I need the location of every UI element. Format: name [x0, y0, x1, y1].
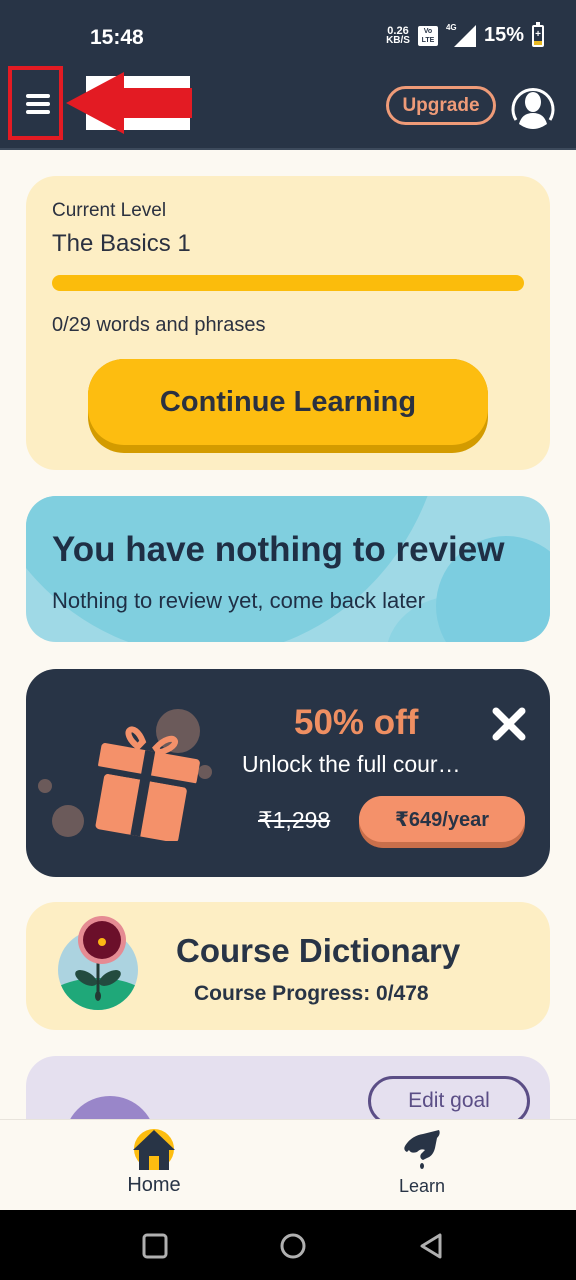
home-circle-icon[interactable]	[279, 1232, 307, 1260]
promo-description: Unlock the full cour…	[242, 751, 461, 777]
review-title: You have nothing to review	[52, 530, 505, 569]
system-navigation-bar	[0, 1210, 576, 1280]
bottom-navigation: Home Learn	[0, 1119, 576, 1210]
battery-percent: 15%	[483, 24, 524, 46]
network-speed-unit: KB/S	[386, 34, 410, 46]
nav-item-learn[interactable]: Learn	[362, 1128, 482, 1206]
continue-learning-label: Continue Learning	[88, 359, 488, 445]
review-card[interactable]: You have nothing to review Nothing to re…	[26, 496, 550, 642]
app-header: 15:48 0.26 KB/S Vo LTE 4G 15% + Upgrade	[0, 0, 576, 150]
price-button-label: ₹649/year	[359, 796, 525, 842]
review-subtitle: Nothing to review yet, come back later	[52, 588, 425, 613]
flower-icon	[58, 916, 138, 1010]
nav-learn-label: Learn	[398, 1176, 446, 1196]
upgrade-button[interactable]: Upgrade	[386, 86, 496, 125]
status-time: 15:48	[90, 26, 144, 49]
recents-icon[interactable]	[141, 1232, 169, 1260]
close-icon[interactable]	[492, 707, 526, 741]
network-speed: 0.26 KB/S	[386, 25, 410, 46]
back-icon[interactable]	[418, 1232, 446, 1260]
home-icon	[133, 1129, 175, 1170]
volte-icon: Vo LTE	[417, 25, 438, 46]
decor-dot	[52, 805, 84, 837]
screen: 15:48 0.26 KB/S Vo LTE 4G 15% + Upgrade …	[0, 0, 576, 1280]
dictionary-title: Course Dictionary	[176, 932, 461, 969]
current-level-label: Current Level	[52, 200, 167, 221]
nav-home-label: Home	[127, 1174, 181, 1196]
gift-icon	[95, 726, 200, 841]
status-icons: 0.26 KB/S Vo LTE 4G 15% +	[386, 21, 544, 47]
battery-icon: +	[532, 21, 544, 47]
annotation-arrow-icon	[66, 72, 192, 134]
nav-item-home[interactable]: Home	[94, 1128, 214, 1206]
volte-bottom-label: LTE	[421, 36, 435, 44]
discount-text: 50% off	[294, 703, 419, 742]
words-progress-text: 0/29 words and phrases	[52, 314, 266, 336]
level-progress-bar	[52, 275, 524, 291]
old-price: ₹1,298	[258, 807, 331, 833]
course-progress-text: Course Progress: 0/478	[194, 982, 429, 1005]
volte-top-label: Vo	[423, 27, 433, 35]
decor-dot	[38, 779, 52, 793]
level-title: The Basics 1	[52, 230, 191, 257]
course-dictionary-card[interactable]: Course Dictionary Course Progress: 0/478	[26, 902, 550, 1030]
price-button[interactable]: ₹649/year	[359, 796, 525, 848]
annotation-highlight-box	[8, 66, 63, 140]
current-level-card: Current Level The Basics 1 0/29 words an…	[26, 176, 550, 470]
continue-learning-button[interactable]: Continue Learning	[88, 359, 488, 453]
signal-icon: 4G	[446, 23, 476, 47]
learn-hand-icon	[404, 1130, 440, 1169]
user-avatar-icon[interactable]	[510, 84, 556, 130]
promo-card: 50% off Unlock the full cour… ₹1,298 ₹64…	[26, 669, 550, 877]
